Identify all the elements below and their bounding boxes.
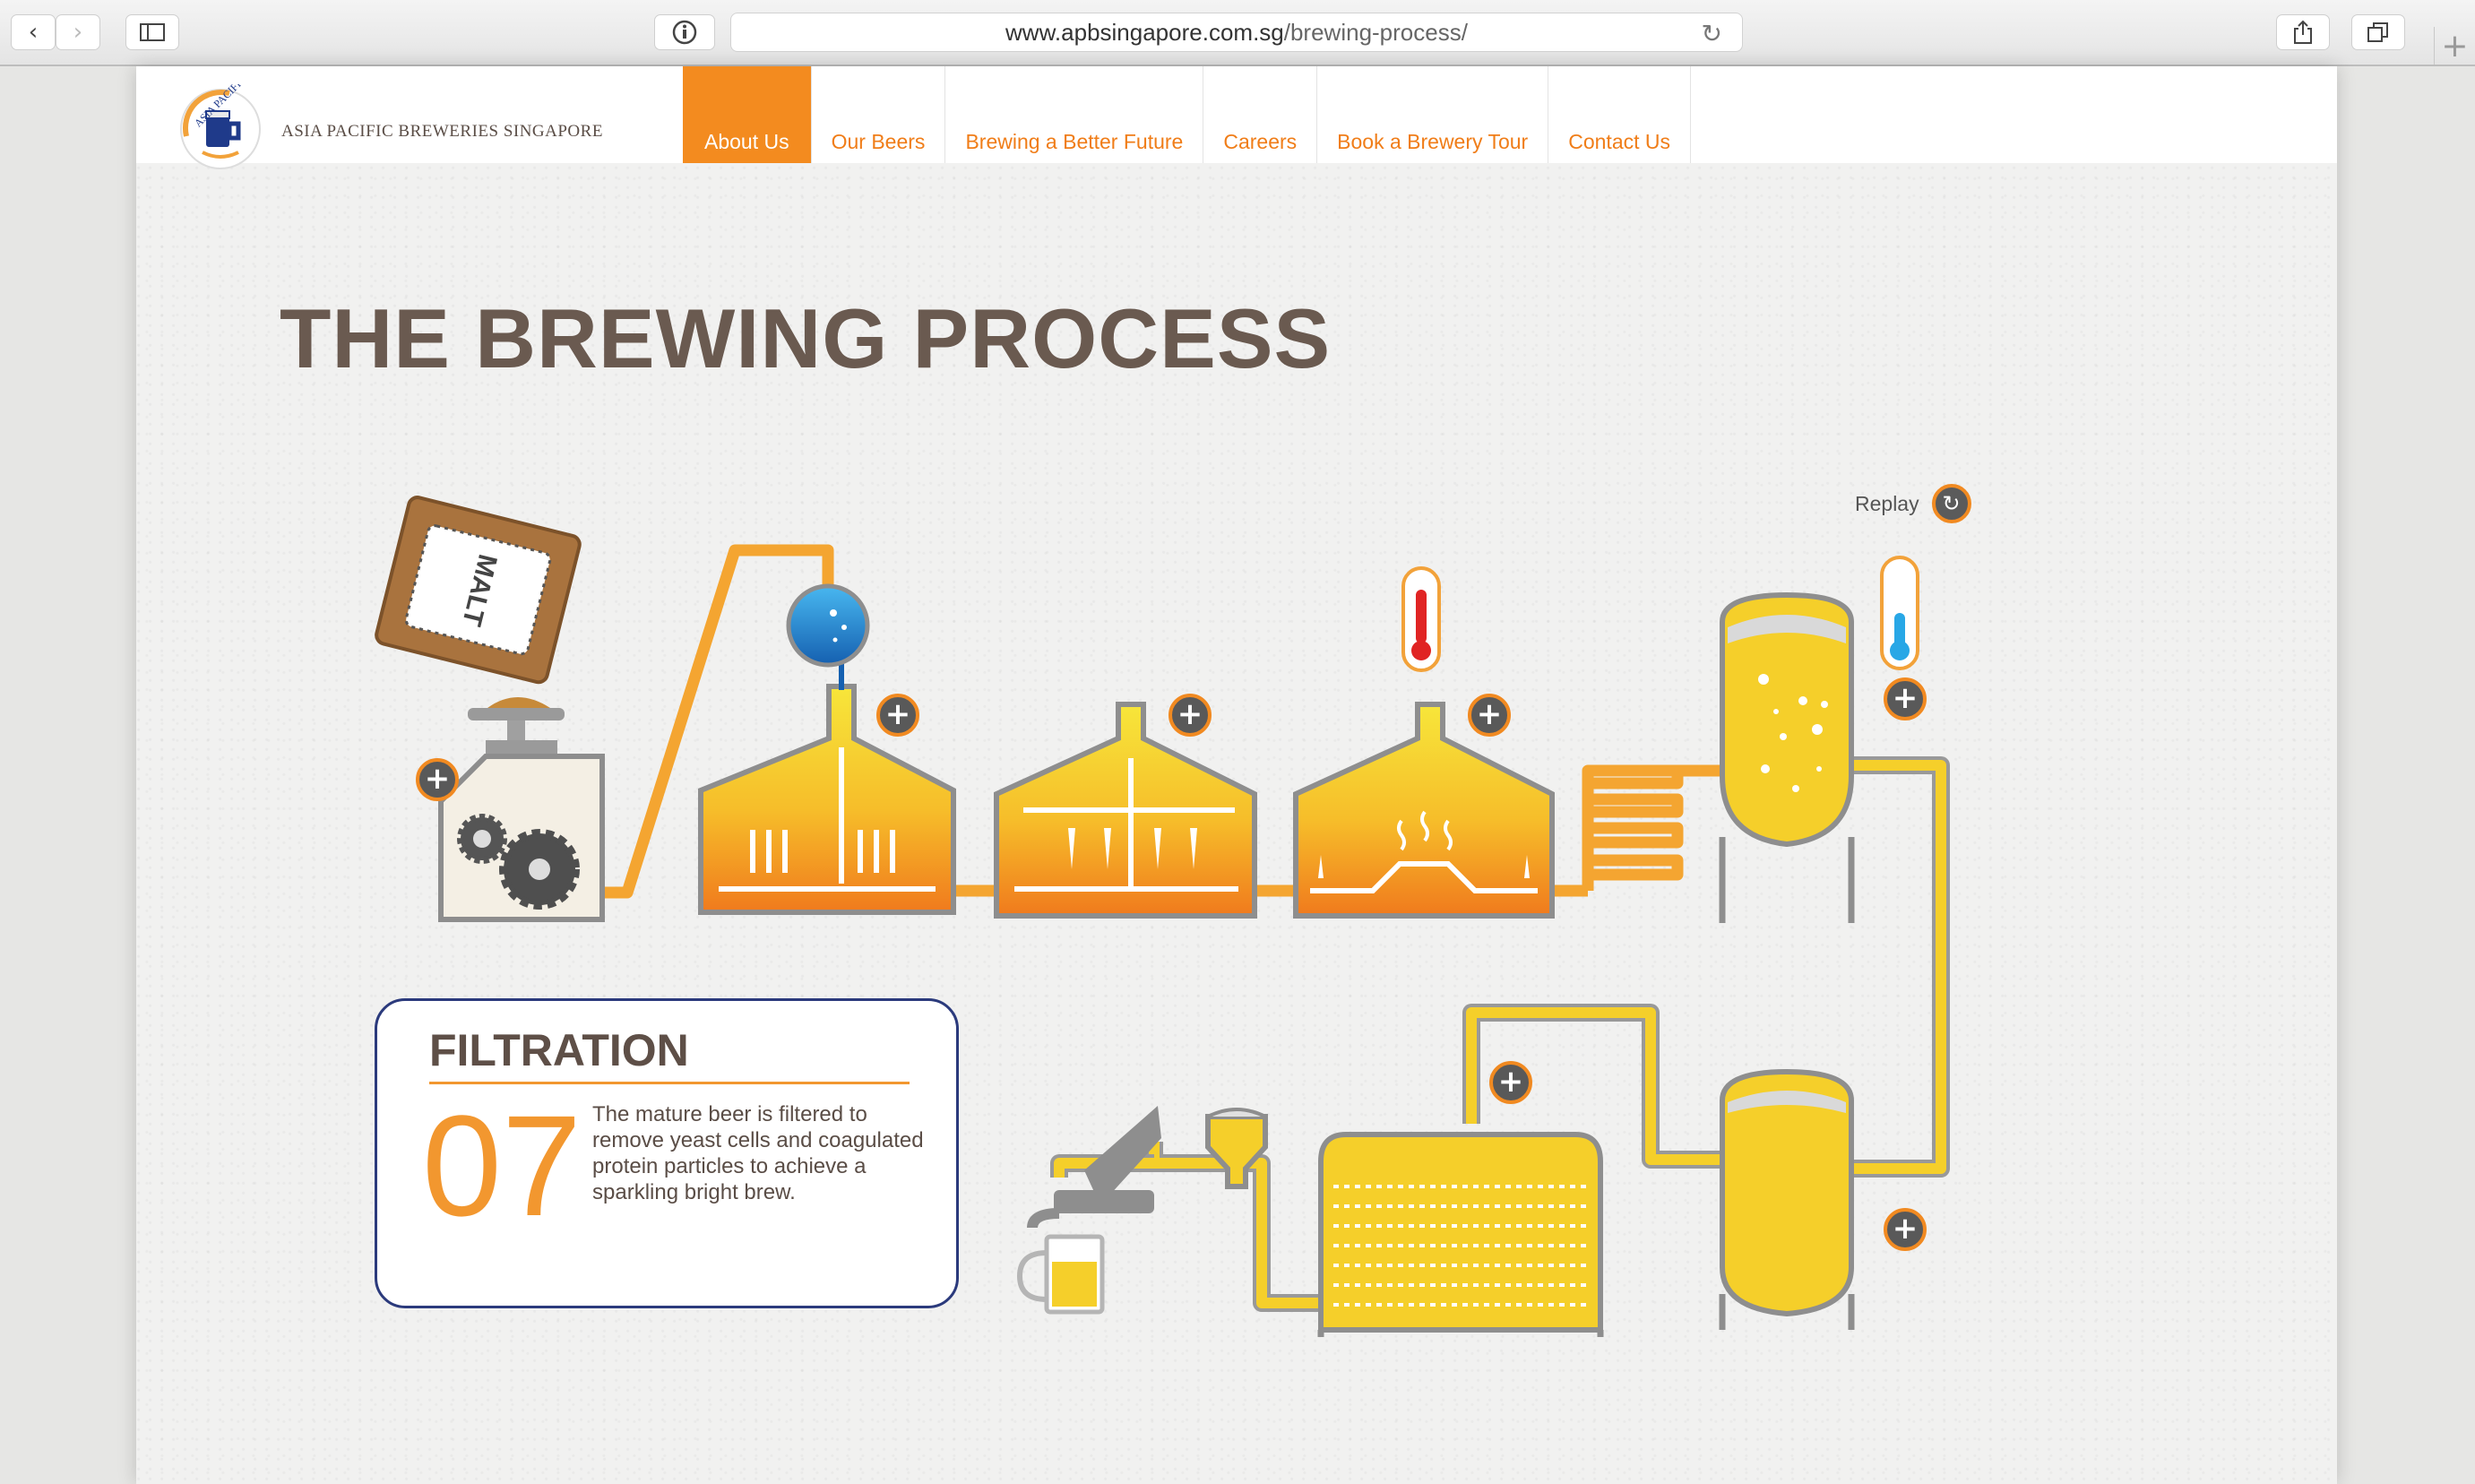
sidebar-icon bbox=[140, 23, 165, 41]
lauter-tun-plus-icon[interactable]: + bbox=[1169, 694, 1212, 737]
step-description: The mature beer is filtered to remove ye… bbox=[592, 1102, 924, 1204]
tabs-icon bbox=[2367, 22, 2388, 42]
url-domain: www.apbsingapore.com.sg bbox=[1005, 18, 1284, 46]
replay-label: Replay bbox=[1855, 491, 1919, 515]
site-info-button[interactable] bbox=[654, 14, 715, 50]
fermentation-plus-icon[interactable]: + bbox=[1884, 677, 1927, 720]
forward-button[interactable]: › bbox=[56, 14, 100, 50]
step-info-card: FILTRATION 07 The mature beer is filtere… bbox=[375, 998, 959, 1308]
mash-tun bbox=[698, 583, 956, 915]
reload-icon[interactable]: ↻ bbox=[1702, 19, 1722, 48]
step-number: 07 bbox=[422, 1085, 582, 1246]
thermometer-hot bbox=[1401, 566, 1441, 672]
beer-mug bbox=[1016, 1234, 1105, 1315]
info-icon bbox=[672, 20, 697, 45]
chevron-right-icon: › bbox=[73, 19, 83, 46]
page: ASIA PACIFIC ASIA PACIFIC BREWERIES SING… bbox=[136, 66, 2337, 1484]
browser-toolbar: ‹ › www.apbsingapore.com.sg/brewing-proc… bbox=[0, 0, 2475, 66]
replay-control[interactable]: Replay ↻ bbox=[1855, 484, 1971, 523]
mill-plus-icon[interactable]: + bbox=[416, 758, 459, 801]
address-bar[interactable]: www.apbsingapore.com.sg/brewing-process/… bbox=[730, 13, 1743, 52]
maturation-tank bbox=[1719, 1068, 1855, 1330]
share-button[interactable] bbox=[2276, 14, 2330, 50]
back-button[interactable]: ‹ bbox=[11, 14, 56, 50]
new-tab-button[interactable]: + bbox=[2434, 27, 2475, 65]
mash-tun-plus-icon[interactable]: + bbox=[876, 694, 919, 737]
maturation-plus-icon[interactable]: + bbox=[1884, 1208, 1927, 1251]
thermometer-cold bbox=[1880, 556, 1919, 670]
wort-kettle bbox=[1293, 702, 1555, 919]
malt-mill bbox=[438, 697, 605, 922]
wort-kettle-plus-icon[interactable]: + bbox=[1468, 694, 1511, 737]
tabs-button[interactable] bbox=[2351, 14, 2405, 50]
sidebar-button[interactable] bbox=[125, 14, 179, 50]
step-title: FILTRATION bbox=[429, 1024, 910, 1084]
filter-tank bbox=[1317, 1132, 1604, 1337]
lauter-tun bbox=[994, 702, 1257, 919]
filter-plus-icon[interactable]: + bbox=[1489, 1061, 1532, 1104]
chevron-left-icon: ‹ bbox=[28, 19, 39, 46]
share-icon bbox=[2294, 20, 2312, 44]
url-path: /brewing-process/ bbox=[1283, 18, 1468, 46]
fermentation-tank bbox=[1719, 591, 1855, 923]
replay-icon[interactable]: ↻ bbox=[1931, 484, 1971, 523]
malt-bag: MALT bbox=[375, 496, 582, 685]
